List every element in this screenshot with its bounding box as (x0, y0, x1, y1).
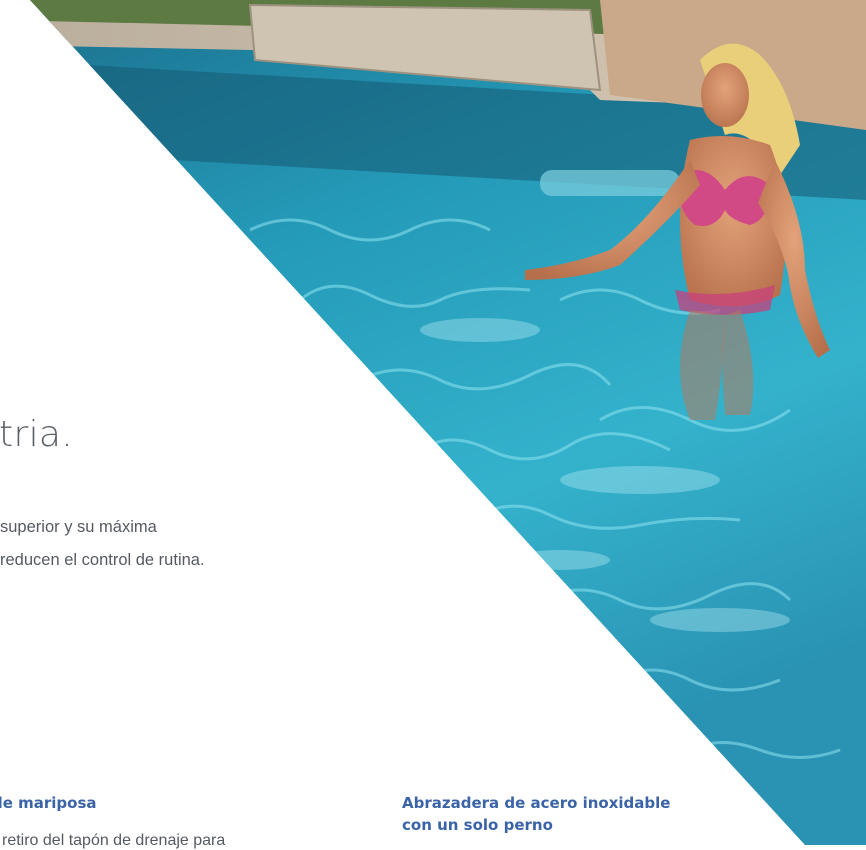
feature-title-butterfly: de mariposa (0, 794, 97, 812)
feature-text-butterfly: l retiro del tapón de drenaje para (0, 832, 226, 849)
body-line-2: reducen el control de rutina. (0, 551, 205, 569)
feature-title-clamp: Abrazadera de acero inoxidable con un so… (402, 792, 670, 836)
feature-title-clamp-line-1: Abrazadera de acero inoxidable (402, 794, 671, 812)
pool-photo (0, 0, 866, 845)
body-line-1: superior y su máxima (0, 518, 157, 536)
feature-title-clamp-line-2: con un solo perno (402, 816, 553, 834)
section-body-text: superior y su máxima reducen el control … (0, 511, 205, 577)
section-headline: stria. (0, 414, 73, 455)
pool-scene-illustration (0, 0, 866, 845)
